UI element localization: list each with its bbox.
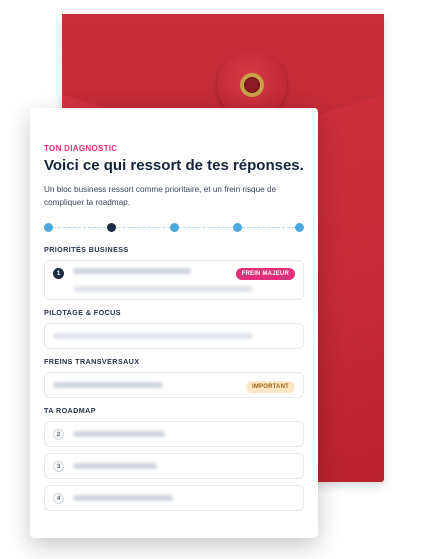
redacted-text	[73, 286, 253, 292]
section-label-priorities: PRIORITÉS BUSINESS	[44, 245, 129, 254]
step-dot-4[interactable]	[233, 223, 242, 232]
card-title: Voici ce qui ressort de tes réponses.	[44, 157, 304, 174]
item-number-badge: 1	[53, 268, 64, 279]
pilotage-item[interactable]	[44, 323, 304, 349]
step-dot-5[interactable]	[295, 223, 304, 232]
redacted-text	[53, 333, 253, 339]
roadmap-item[interactable]: 4	[44, 485, 304, 511]
frein-item[interactable]: IMPORTANT	[44, 372, 304, 398]
roadmap-item[interactable]: 2	[44, 421, 304, 447]
step-dot-2[interactable]	[107, 223, 116, 232]
progress-stepper	[44, 219, 304, 237]
roadmap-item[interactable]: 3	[44, 453, 304, 479]
redacted-text	[53, 382, 163, 388]
item-number-badge: 4	[53, 492, 64, 504]
item-number-badge: 2	[53, 428, 64, 440]
section-label-freins: FREINS TRANSVERSAUX	[44, 357, 140, 366]
section-label-roadmap: TA ROADMAP	[44, 406, 96, 415]
priority-item[interactable]: 1 FREIN MAJEUR	[44, 260, 304, 300]
redacted-text	[73, 268, 191, 274]
redacted-text	[73, 463, 157, 469]
card-eyebrow: TON DIAGNOSTIC	[44, 144, 118, 153]
diagnostic-card: TON DIAGNOSTIC Voici ce qui ressort de t…	[30, 108, 318, 538]
frein-majeur-badge: FREIN MAJEUR	[235, 268, 295, 280]
redacted-text	[73, 431, 165, 437]
step-dot-1[interactable]	[44, 223, 53, 232]
section-label-pilotage: PILOTAGE & FOCUS	[44, 308, 121, 317]
redacted-text	[73, 495, 173, 501]
step-dot-3[interactable]	[170, 223, 179, 232]
item-number-badge: 3	[53, 460, 64, 472]
card-subtitle: Un bloc business ressort comme prioritai…	[44, 185, 277, 207]
grommet-icon	[240, 73, 264, 97]
important-badge: IMPORTANT	[245, 381, 295, 393]
